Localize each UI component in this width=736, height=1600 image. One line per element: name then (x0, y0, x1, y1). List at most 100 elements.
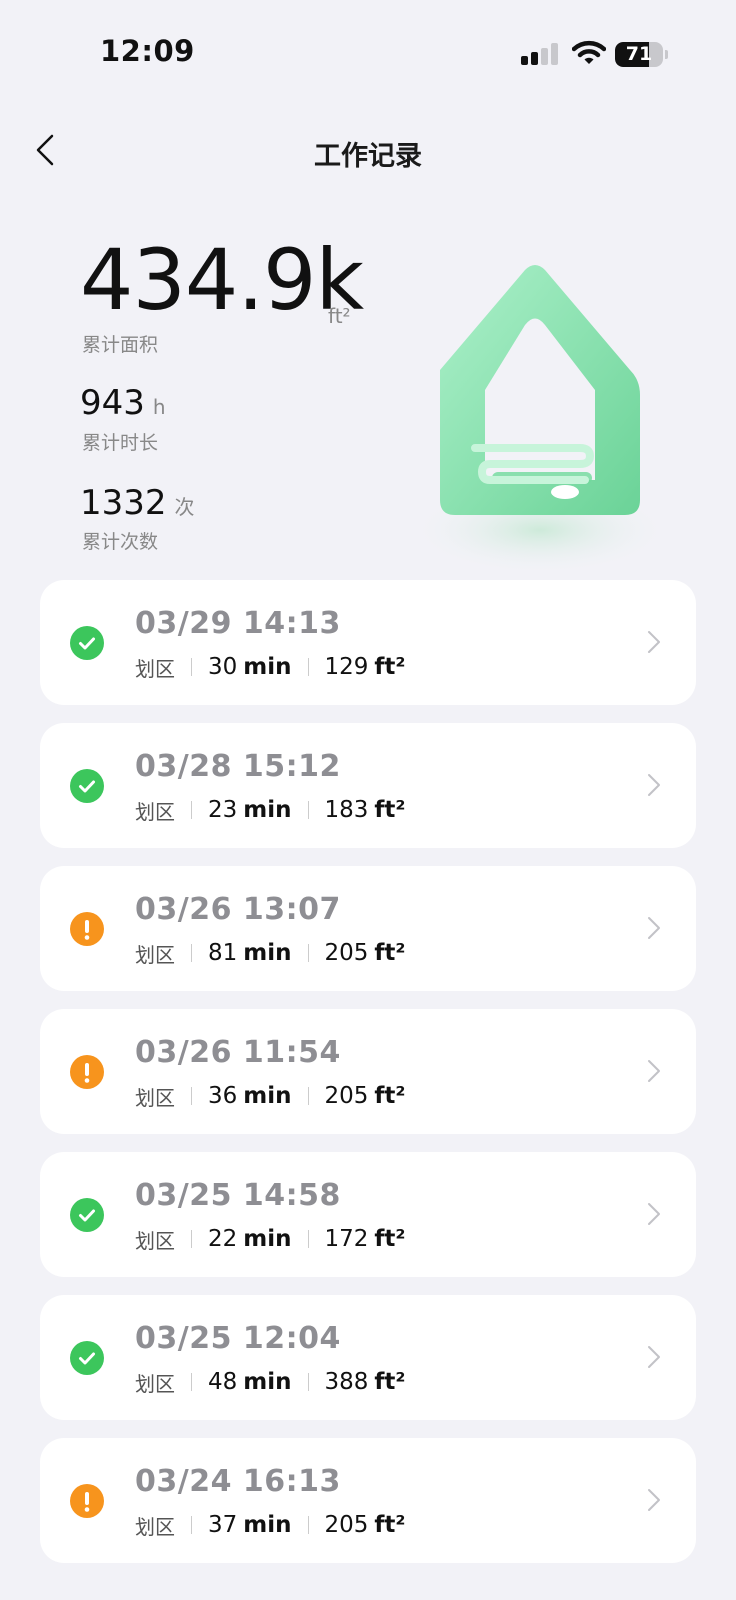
record-duration: 30 (208, 654, 238, 680)
total-area-value: 434.9k (80, 231, 364, 329)
record-datetime: 03/25 14:58 (135, 1178, 341, 1213)
record-meta: 划区 22 min 172 ft² (135, 1224, 406, 1254)
record-datetime: 03/26 13:07 (135, 892, 341, 927)
record-datetime: 03/25 12:04 (135, 1321, 341, 1356)
status-icon (70, 1055, 104, 1089)
record-area: 129 (324, 654, 369, 680)
total-count-value: 1332 (80, 483, 167, 523)
status-time: 12:09 (100, 34, 195, 68)
record-mode: 划区 (135, 1228, 175, 1253)
warning-icon (84, 1063, 90, 1083)
record-area: 205 (324, 1512, 369, 1538)
record-meta: 划区 30 min 129 ft² (135, 652, 406, 682)
record-area-unit: ft² (374, 1083, 406, 1109)
record-duration: 48 (208, 1369, 238, 1395)
check-icon (79, 1352, 95, 1365)
record-duration: 23 (208, 797, 238, 823)
status-icon (70, 626, 104, 660)
record-duration: 36 (208, 1083, 238, 1109)
status-icon (70, 912, 104, 946)
record-duration: 22 (208, 1226, 238, 1252)
record-mode: 划区 (135, 799, 175, 824)
check-icon (79, 780, 95, 793)
divider (307, 801, 309, 819)
record-meta: 划区 36 min 205 ft² (135, 1081, 406, 1111)
chevron-right-icon (648, 1489, 660, 1511)
record-card[interactable]: 03/25 14:58 划区 22 min 172 ft² (40, 1152, 696, 1277)
record-card[interactable]: 03/28 15:12 划区 23 min 183 ft² (40, 723, 696, 848)
summary-section: 434.9k ft² 累计面积 943 h 累计时长 1332 次 累计次数 (0, 220, 736, 575)
nav-bar: 工作记录 (0, 120, 736, 180)
record-area-unit: ft² (374, 1512, 406, 1538)
page-title: 工作记录 (314, 141, 422, 172)
total-count: 1332 次 (80, 483, 195, 527)
record-area: 388 (324, 1369, 369, 1395)
divider (191, 1373, 192, 1391)
record-area-unit: ft² (374, 797, 406, 823)
cellular-signal-icon (521, 43, 559, 65)
divider (307, 1516, 309, 1534)
record-card[interactable]: 03/25 12:04 划区 48 min 388 ft² (40, 1295, 696, 1420)
record-duration-unit: min (243, 1369, 292, 1395)
chevron-right-icon (648, 1060, 660, 1082)
record-duration-unit: min (243, 654, 292, 680)
warning-icon (84, 1492, 90, 1512)
chevron-right-icon (648, 917, 660, 939)
record-meta: 划区 81 min 205 ft² (135, 938, 406, 968)
record-datetime: 03/24 16:13 (135, 1464, 341, 1499)
total-area-label: 累计面积 (82, 334, 159, 356)
record-duration: 81 (208, 940, 238, 966)
record-datetime: 03/26 11:54 (135, 1035, 341, 1070)
divider (191, 658, 192, 676)
divider (307, 1230, 309, 1248)
record-area: 205 (324, 1083, 369, 1109)
chevron-right-icon (648, 774, 660, 796)
total-duration-value: 943 (80, 383, 145, 423)
warning-icon (84, 920, 90, 940)
record-mode: 划区 (135, 1514, 175, 1539)
wifi-icon (572, 40, 606, 64)
chevron-right-icon (648, 1203, 660, 1225)
record-area-unit: ft² (374, 940, 406, 966)
battery-cap (665, 50, 668, 59)
total-area-unit: ft² (328, 304, 351, 328)
check-icon (79, 1209, 95, 1222)
total-duration-unit: h (152, 395, 166, 419)
record-card[interactable]: 03/29 14:13 划区 30 min 129 ft² (40, 580, 696, 705)
chevron-right-icon (648, 1346, 660, 1368)
record-area: 205 (324, 940, 369, 966)
record-area-unit: ft² (374, 654, 406, 680)
record-area-unit: ft² (374, 1369, 406, 1395)
record-card[interactable]: 03/26 11:54 划区 36 min 205 ft² (40, 1009, 696, 1134)
record-datetime: 03/28 15:12 (135, 749, 341, 784)
total-count-label: 累计次数 (82, 531, 159, 553)
divider (307, 944, 309, 962)
divider (191, 1087, 192, 1105)
record-duration-unit: min (243, 797, 292, 823)
check-icon (79, 637, 95, 650)
battery-icon: 71 (615, 42, 663, 67)
record-mode: 划区 (135, 1085, 175, 1110)
record-meta: 划区 48 min 388 ft² (135, 1367, 406, 1397)
divider (191, 1230, 192, 1248)
record-meta: 划区 37 min 205 ft² (135, 1510, 406, 1540)
record-area-unit: ft² (374, 1226, 406, 1252)
divider (307, 658, 309, 676)
divider (191, 801, 192, 819)
total-count-unit: 次 (174, 495, 195, 519)
record-duration-unit: min (243, 1083, 292, 1109)
divider (191, 944, 192, 962)
record-meta: 划区 23 min 183 ft² (135, 795, 406, 825)
status-icon (70, 1341, 104, 1375)
record-duration-unit: min (243, 940, 292, 966)
record-area: 172 (324, 1226, 369, 1252)
battery-level: 71 (625, 43, 653, 65)
record-mode: 划区 (135, 656, 175, 681)
record-card[interactable]: 03/26 13:07 划区 81 min 205 ft² (40, 866, 696, 991)
record-card[interactable]: 03/24 16:13 划区 37 min 205 ft² (40, 1438, 696, 1563)
record-duration: 37 (208, 1512, 238, 1538)
house-illustration (410, 265, 670, 575)
divider (307, 1373, 309, 1391)
status-icon (70, 1484, 104, 1518)
record-duration-unit: min (243, 1512, 292, 1538)
